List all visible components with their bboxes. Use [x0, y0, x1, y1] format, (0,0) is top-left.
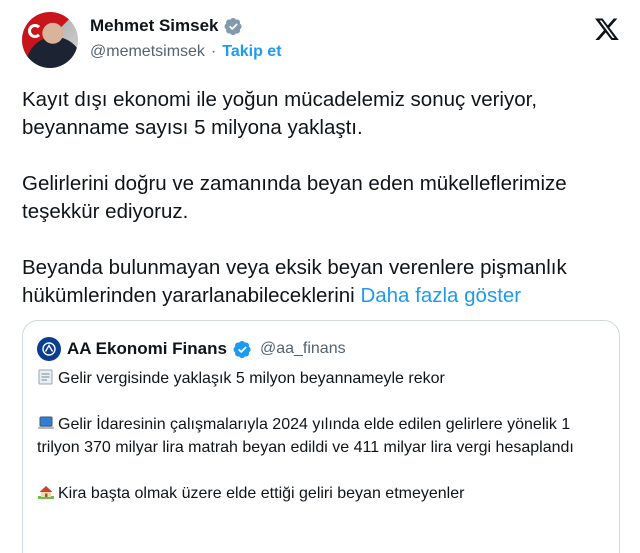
laptop-icon	[38, 416, 54, 429]
quoted-author-handle[interactable]: @aa_finans	[260, 340, 346, 358]
author-name-row: Mehmet Simsek	[90, 16, 243, 36]
author-avatar[interactable]	[22, 12, 78, 68]
author-name[interactable]: Mehmet Simsek	[90, 16, 219, 36]
aa-logo-icon	[42, 342, 56, 356]
show-more-link[interactable]: Daha fazla göster	[360, 284, 521, 307]
x-logo-icon[interactable]	[594, 16, 620, 42]
tweet-paragraph: Kayıt dışı ekonomi ile yoğun mücadelemiz…	[22, 88, 538, 139]
quoted-tweet-card[interactable]: AA Ekonomi Finans @aa_finans Gelir vergi…	[22, 320, 620, 553]
quoted-tweet-body: Gelir vergisinde yaklaşık 5 milyon beyan…	[37, 367, 607, 528]
receipt-icon	[38, 369, 53, 385]
quoted-author-avatar[interactable]	[37, 337, 61, 361]
quoted-line: Kira başta olmak üzere elde ettiği gelir…	[37, 482, 607, 505]
tweet-paragraph: Gelirlerini doğru ve zamanında beyan ede…	[22, 172, 567, 223]
follow-button[interactable]: Takip et	[222, 43, 281, 61]
tweet-header: Mehmet Simsek @memetsimsek · Takip et	[22, 12, 622, 72]
quoted-tweet-header: AA Ekonomi Finans @aa_finans	[37, 337, 346, 361]
quoted-line-text: Kira başta olmak üzere elde ettiği gelir…	[58, 485, 465, 502]
quoted-author-name[interactable]: AA Ekonomi Finans	[67, 339, 227, 359]
quoted-line-text: Gelir vergisinde yaklaşık 5 milyon beyan…	[58, 370, 445, 387]
tweet-paragraph-last: Beyanda bulunmayan veya eksik beyan vere…	[22, 254, 622, 310]
separator-dot: ·	[210, 43, 217, 60]
quoted-line-text: Gelir İdaresinin çalışmalarıyla 2024 yıl…	[37, 416, 574, 456]
house-icon	[38, 486, 54, 499]
verified-badge-icon	[224, 17, 242, 35]
quoted-line: Gelir İdaresinin çalışmalarıyla 2024 yıl…	[37, 413, 607, 459]
verified-badge-icon	[233, 340, 251, 358]
author-handle[interactable]: @memetsimsek	[90, 43, 205, 61]
author-handle-row: @memetsimsek · Takip et	[90, 43, 282, 61]
quoted-line: Gelir vergisinde yaklaşık 5 milyon beyan…	[37, 367, 607, 390]
tweet-body: Kayıt dışı ekonomi ile yoğun mücadelemiz…	[22, 86, 622, 338]
